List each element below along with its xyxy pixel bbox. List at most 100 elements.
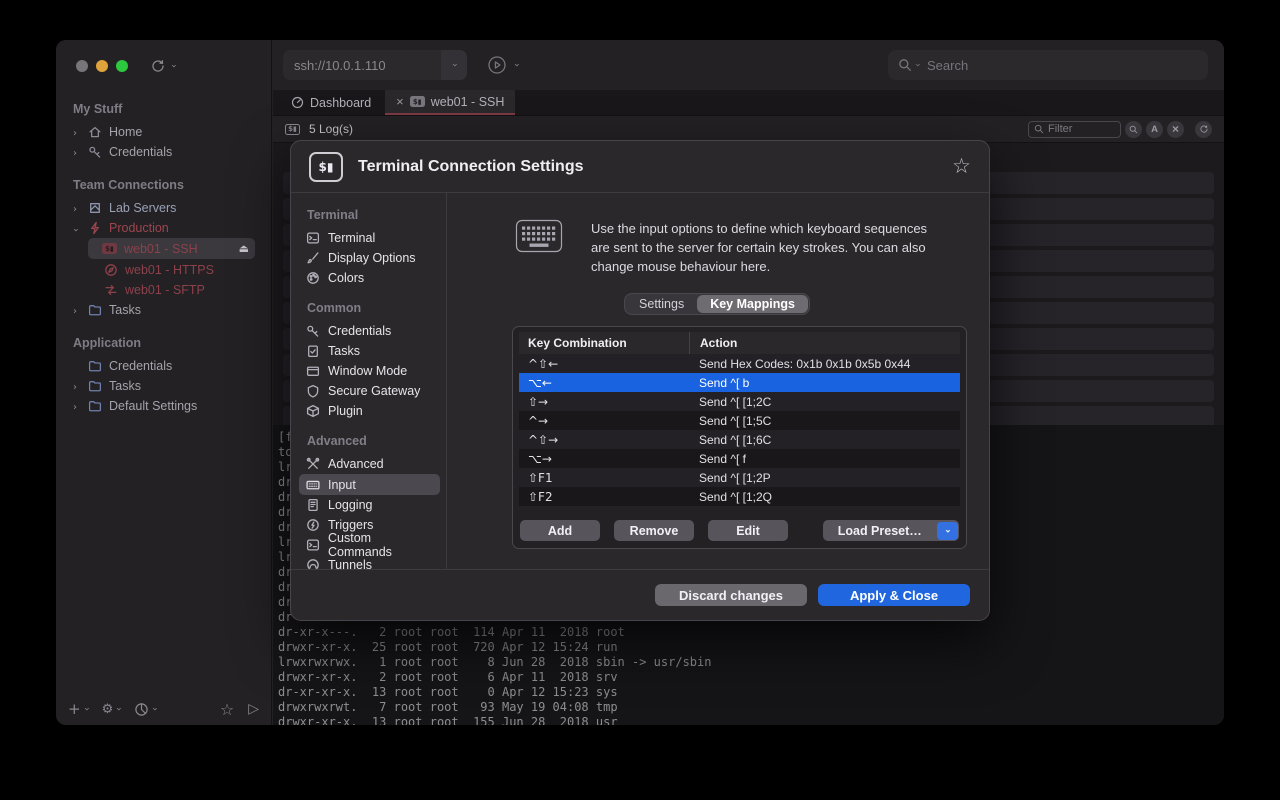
table-row[interactable]: ⇧F2Send ^[ [1;2Q <box>519 487 960 506</box>
close-tab-icon[interactable]: × <box>396 94 404 109</box>
sidebar-item-label: Home <box>109 125 142 139</box>
brush-icon <box>306 251 320 265</box>
sidebar-item-app-credentials[interactable]: Credentials <box>56 356 271 376</box>
zoom-window-button[interactable] <box>116 60 128 72</box>
plus-icon: + <box>68 700 81 718</box>
refresh-button[interactable] <box>1195 121 1212 138</box>
dashboard-icon <box>291 96 304 109</box>
sidebar-item-label: Tasks <box>109 303 141 317</box>
nav-item-tasks[interactable]: Tasks <box>306 341 438 361</box>
table-row-selected[interactable]: ⌥←Send ^[ b <box>519 373 960 392</box>
table-row[interactable]: ^→Send ^[ [1;5C <box>519 411 960 430</box>
table-row[interactable]: ^⇧←Send Hex Codes: 0x1b 0x1b 0x5b 0x44 <box>519 354 960 373</box>
add-connection-button[interactable]: +› <box>68 700 88 718</box>
chevron-right-icon: › <box>73 307 77 317</box>
sidebar-item-web01-ssh[interactable]: $▮ web01 - SSH ⏏ <box>88 238 255 259</box>
address-field[interactable]: ssh://10.0.1.110 › <box>283 50 467 80</box>
nav-item-secure-gateway[interactable]: Secure Gateway <box>306 381 438 401</box>
sidebar-item-label: web01 - HTTPS <box>125 263 214 277</box>
terminal-line: dr-xr-xr-x. 13 root root 0 Apr 12 15:23 … <box>278 685 1224 700</box>
nav-item-label: Input <box>328 478 356 492</box>
nav-item-terminal[interactable]: Terminal <box>306 228 438 248</box>
zoom-search-button[interactable] <box>1125 121 1142 138</box>
sidebar-item-web01-https[interactable]: web01 - HTTPS <box>56 260 271 280</box>
chevron-down-icon[interactable]: › <box>511 63 521 67</box>
load-preset-dropdown[interactable]: › <box>937 522 958 540</box>
sidebar-item-credentials[interactable]: › Credentials <box>56 142 271 162</box>
favorite-star-button[interactable]: ☆ <box>952 156 971 177</box>
clear-button[interactable]: × <box>1167 121 1184 138</box>
key-combination: ⌥← <box>519 376 689 390</box>
nav-item-label: Credentials <box>328 324 391 338</box>
table-row[interactable]: ⇧F1Send ^[ [1;2P <box>519 468 960 487</box>
nav-item-label: Logging <box>328 498 373 512</box>
key-icon <box>306 324 320 338</box>
nav-item-custom-commands[interactable]: Custom Commands <box>306 535 438 555</box>
eject-icon[interactable]: ⏏ <box>239 242 255 255</box>
nav-item-window-mode[interactable]: Window Mode <box>306 361 438 381</box>
sidebar-item-home[interactable]: › Home <box>56 122 271 142</box>
terminal-icon: $▮ <box>102 243 117 254</box>
tools-icon <box>306 457 320 471</box>
table-header: Key Combination Action <box>519 332 960 354</box>
tab-key-mappings[interactable]: Key Mappings <box>697 295 808 313</box>
address-dropdown-button[interactable]: › <box>441 50 467 80</box>
nav-item-plugin[interactable]: Plugin <box>306 401 438 421</box>
minimize-window-button[interactable] <box>96 60 108 72</box>
sidebar-item-production[interactable]: › Production <box>56 218 271 238</box>
compass-icon <box>103 263 119 277</box>
font-button[interactable]: A <box>1146 121 1163 138</box>
connect-play-button[interactable]: ▷ <box>248 701 259 717</box>
table-row[interactable]: ⇧→Send ^[ [1;2C <box>519 392 960 411</box>
sidebar-item-web01-sftp[interactable]: web01 - SFTP <box>56 280 271 300</box>
folder-icon <box>87 379 103 393</box>
nav-item-display-options[interactable]: Display Options <box>306 248 438 268</box>
nav-item-colors[interactable]: Colors <box>306 268 438 288</box>
tab-dashboard[interactable]: Dashboard <box>277 90 385 115</box>
search-placeholder: Search <box>927 58 968 73</box>
tab-settings[interactable]: Settings <box>626 295 697 313</box>
connections-icon <box>134 702 149 717</box>
dialog-content: Use the input options to define which ke… <box>447 193 989 569</box>
load-preset-button[interactable]: Load Preset… › <box>823 520 959 541</box>
chevron-right-icon: › <box>73 129 77 139</box>
apply-close-button[interactable]: Apply & Close <box>818 584 970 606</box>
nav-item-input[interactable]: Input <box>299 474 440 495</box>
folder-icon <box>87 303 103 317</box>
nav-item-credentials[interactable]: Credentials <box>306 321 438 341</box>
sidebar-toolbar: +› ⚙› › ☆ ▷ <box>56 693 271 725</box>
chevron-down-icon: › <box>168 64 178 68</box>
nav-item-advanced[interactable]: Advanced <box>306 454 438 474</box>
add-button[interactable]: Add <box>520 520 600 541</box>
sync-status-button[interactable]: › <box>150 58 175 74</box>
sidebar-item-lab-servers[interactable]: › Lab Servers <box>56 198 271 218</box>
address-value: ssh://10.0.1.110 <box>283 50 441 80</box>
connect-play-button[interactable] <box>487 55 507 75</box>
filter-input[interactable]: Filter <box>1028 121 1121 138</box>
discard-changes-button[interactable]: Discard changes <box>655 584 807 606</box>
logs-toolbar: $▮ 5 Log(s) Filter A × <box>273 116 1224 143</box>
favorite-star-button[interactable]: ☆ <box>220 700 234 719</box>
settings-menu-button[interactable]: ⚙› <box>102 702 121 717</box>
sidebar-item-default-settings[interactable]: › Default Settings <box>56 396 271 416</box>
table-row[interactable]: ⌥→Send ^[ f <box>519 449 960 468</box>
nav-section-common: Common <box>307 301 438 315</box>
font-icon: A <box>1151 124 1158 135</box>
nav-item-logging[interactable]: Logging <box>306 495 438 515</box>
tasks-icon <box>306 344 320 358</box>
terminal-line: dr-xr-x---. 2 root root 114 Apr 11 2018 … <box>278 625 1224 640</box>
edit-button[interactable]: Edit <box>708 520 788 541</box>
remove-button[interactable]: Remove <box>614 520 694 541</box>
sidebar-item-tasks[interactable]: › Tasks <box>56 300 271 320</box>
connections-menu-button[interactable]: › <box>134 702 156 717</box>
keyboard-icon <box>306 478 320 492</box>
nav-section-advanced: Advanced <box>307 434 438 448</box>
connection-tree: My Stuff › Home › Credentials Team Conne… <box>56 74 271 693</box>
table-row[interactable]: ^⇧→Send ^[ [1;6C <box>519 430 960 449</box>
sidebar-item-label: Tasks <box>109 379 141 393</box>
sidebar-item-app-tasks[interactable]: › Tasks <box>56 376 271 396</box>
close-window-button[interactable] <box>76 60 88 72</box>
terminal-icon <box>306 231 320 245</box>
tab-web01-ssh[interactable]: × $▮ web01 - SSH <box>385 90 515 115</box>
search-field[interactable]: › Search <box>888 50 1208 80</box>
